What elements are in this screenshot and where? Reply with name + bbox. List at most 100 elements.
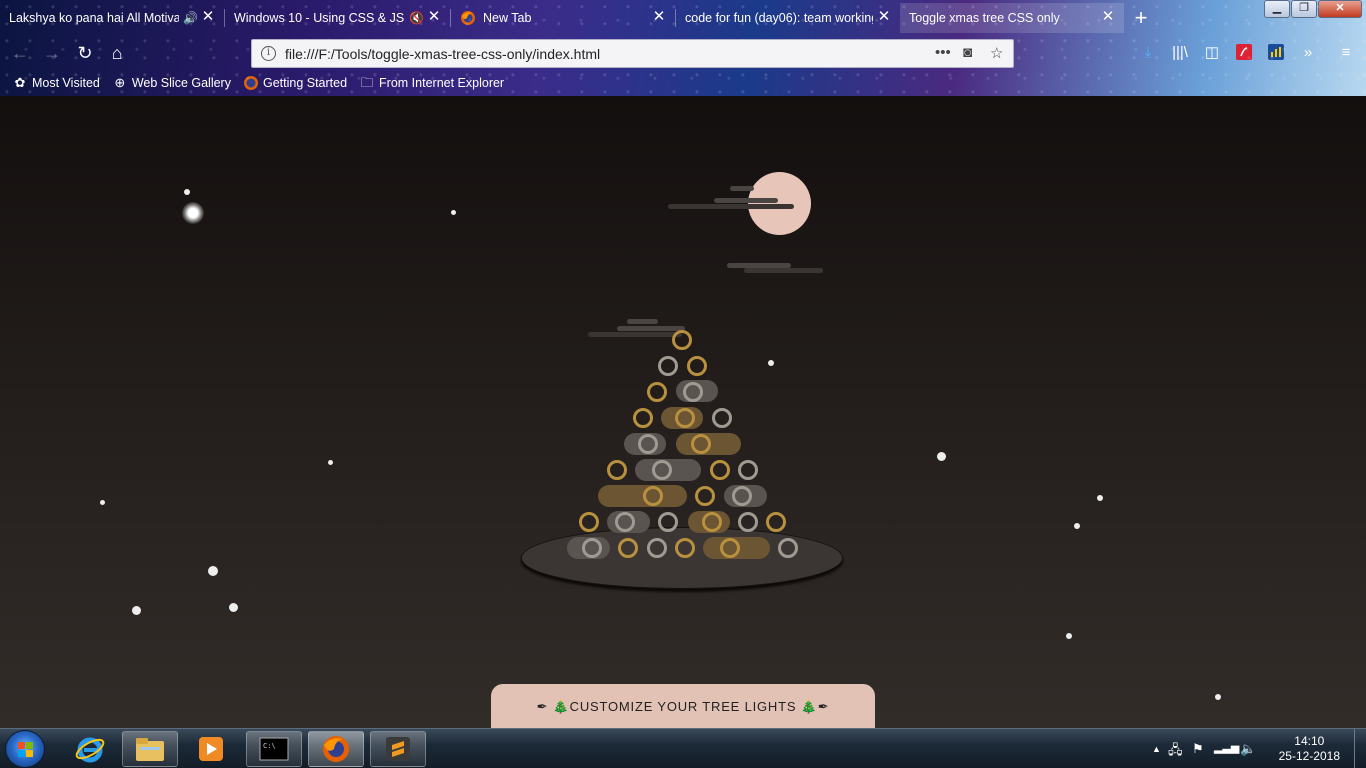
tree-light[interactable]	[712, 408, 732, 428]
tree-light[interactable]	[766, 512, 786, 532]
tree-light[interactable]	[615, 512, 635, 532]
navigation-bar: ← → ↻ ⌂ i file:///F:/Tools/toggle-xmas-t…	[0, 36, 1366, 70]
tree-light[interactable]	[607, 460, 627, 480]
bookmark-label: From Internet Explorer	[379, 76, 505, 90]
snowflake	[1097, 495, 1103, 501]
tree-light[interactable]	[582, 538, 602, 558]
clock[interactable]: 14:10 25-12-2018	[1279, 734, 1340, 764]
flash-icon[interactable]	[1234, 44, 1254, 62]
snowflake	[768, 360, 774, 366]
reload-button[interactable]: ↻	[73, 41, 97, 65]
muted-speaker-icon[interactable]: 🔇	[409, 11, 424, 25]
tree-light[interactable]	[687, 356, 707, 376]
customize-tree-lights-button[interactable]: ✒ 🎄CUSTOMIZE YOUR TREE LIGHTS 🎄✒	[491, 684, 875, 728]
minimize-button[interactable]: ▁	[1264, 0, 1290, 18]
tab-code-for-fun[interactable]: code for fun (day06): team working ✕	[676, 3, 900, 33]
sublime-text-icon[interactable]	[370, 731, 426, 767]
tree-light[interactable]	[638, 434, 658, 454]
tree-light[interactable]	[658, 356, 678, 376]
overflow-chevron-icon[interactable]: »	[1298, 44, 1318, 62]
tree-light[interactable]	[643, 486, 663, 506]
bookmark-star-icon[interactable]: ☆	[990, 44, 1003, 62]
tree-light[interactable]	[732, 486, 752, 506]
show-hidden-icons-chevron-icon[interactable]: ▲	[1152, 744, 1161, 754]
command-prompt-icon[interactable]: C:\	[246, 731, 302, 767]
tree-light[interactable]	[702, 512, 722, 532]
tree-light[interactable]	[695, 486, 715, 506]
library-icon[interactable]: |||\	[1170, 44, 1190, 62]
tree-light[interactable]	[675, 538, 695, 558]
tree-light[interactable]	[738, 460, 758, 480]
action-center-flag-icon[interactable]: ⚑	[1192, 741, 1204, 757]
url-bar[interactable]: i file:///F:/Tools/toggle-xmas-tree-css-…	[251, 39, 1014, 68]
firefox-icon	[460, 10, 476, 26]
tree-light[interactable]	[738, 512, 758, 532]
tree-light[interactable]	[710, 460, 730, 480]
home-button[interactable]: ⌂	[105, 41, 129, 65]
bookmark-web-slice-gallery[interactable]: ⊕ Web Slice Gallery	[112, 75, 231, 91]
clock-time: 14:10	[1294, 734, 1325, 748]
download-icon[interactable]: ⤓	[1138, 44, 1158, 62]
forward-button[interactable]: →	[40, 41, 64, 65]
menu-icon[interactable]: ≡	[1336, 44, 1356, 62]
new-tab-button[interactable]: +	[1130, 7, 1152, 30]
tree-light[interactable]	[618, 538, 638, 558]
file-explorer-icon[interactable]	[122, 731, 178, 767]
folder-icon: 🗀	[360, 75, 374, 90]
firefox-taskbar-icon[interactable]	[308, 731, 364, 767]
tree-light[interactable]	[647, 382, 667, 402]
stats-icon[interactable]	[1266, 44, 1286, 62]
network-globe-icon[interactable]: 🖧	[1168, 741, 1183, 763]
tree-light[interactable]	[579, 512, 599, 532]
close-icon[interactable]: ✕	[876, 9, 892, 25]
close-icon[interactable]: ✕	[651, 9, 667, 25]
bookmark-label: Getting Started	[262, 76, 348, 90]
bookmark-getting-started[interactable]: Getting Started	[243, 75, 347, 91]
internet-explorer-icon[interactable]	[62, 731, 118, 767]
tab-toggle-xmas-tree[interactable]: Toggle xmas tree CSS only ✕	[900, 3, 1124, 33]
page-actions-icon[interactable]: •••	[935, 44, 951, 61]
bookmark-most-visited[interactable]: ✿ Most Visited	[12, 75, 100, 91]
sidebar-icon[interactable]: ◫	[1202, 44, 1222, 62]
cloud	[744, 268, 823, 273]
close-icon[interactable]: ✕	[1100, 9, 1116, 25]
signal-bars-icon[interactable]: ▂▃▅	[1214, 741, 1239, 754]
snowflake	[182, 202, 204, 224]
globe-icon: ⊕	[114, 75, 126, 90]
bookmarks-toolbar: ✿ Most Visited ⊕ Web Slice Gallery Getti…	[0, 72, 1366, 94]
tree-light[interactable]	[658, 512, 678, 532]
snowflake	[1215, 694, 1221, 700]
pocket-icon[interactable]: ◙	[963, 44, 972, 61]
tab-new-tab[interactable]: New Tab ✕	[451, 3, 675, 33]
cloud	[627, 319, 658, 324]
tab-title: Lakshya ko pana hai All Motivat	[9, 11, 179, 25]
tree-light[interactable]	[672, 330, 692, 350]
tab-bar: Lakshya ko pana hai All Motivat 🔊 ✕ Wind…	[0, 3, 1366, 33]
close-icon[interactable]: ✕	[200, 9, 216, 25]
close-icon[interactable]: ✕	[426, 9, 442, 25]
tree-light[interactable]	[633, 408, 653, 428]
tree-light[interactable]	[652, 460, 672, 480]
media-player-icon[interactable]	[183, 731, 239, 767]
close-window-button[interactable]: ✕	[1318, 0, 1362, 18]
tab-title: New Tab	[483, 11, 532, 25]
bookmark-from-internet-explorer[interactable]: 🗀 From Internet Explorer	[359, 75, 505, 91]
tree-light[interactable]	[675, 408, 695, 428]
tab-windows10[interactable]: Windows 10 - Using CSS & JS Or 🔇 ✕	[225, 3, 450, 33]
url-text[interactable]: file:///F:/Tools/toggle-xmas-tree-css-on…	[285, 46, 600, 62]
tree-light[interactable]	[778, 538, 798, 558]
tab-lakshya[interactable]: Lakshya ko pana hai All Motivat 🔊 ✕	[0, 3, 224, 33]
tree-light[interactable]	[683, 382, 703, 402]
show-desktop-button[interactable]	[1354, 729, 1366, 768]
tree-light[interactable]	[647, 538, 667, 558]
info-icon[interactable]: i	[261, 46, 276, 61]
back-button[interactable]: ←	[8, 41, 32, 65]
start-button[interactable]	[5, 730, 45, 768]
tree-light[interactable]	[720, 538, 740, 558]
windows-taskbar: C:\ ▲ 🖧 ⚑ ▂▃▅ 🔈 14:10 25-12-2018	[0, 728, 1366, 768]
volume-icon[interactable]: 🔈	[1240, 741, 1256, 757]
cloud	[668, 204, 794, 209]
tree-light[interactable]	[691, 434, 711, 454]
speaker-icon[interactable]: 🔊	[183, 11, 198, 25]
restore-button[interactable]: ❐	[1291, 0, 1317, 18]
